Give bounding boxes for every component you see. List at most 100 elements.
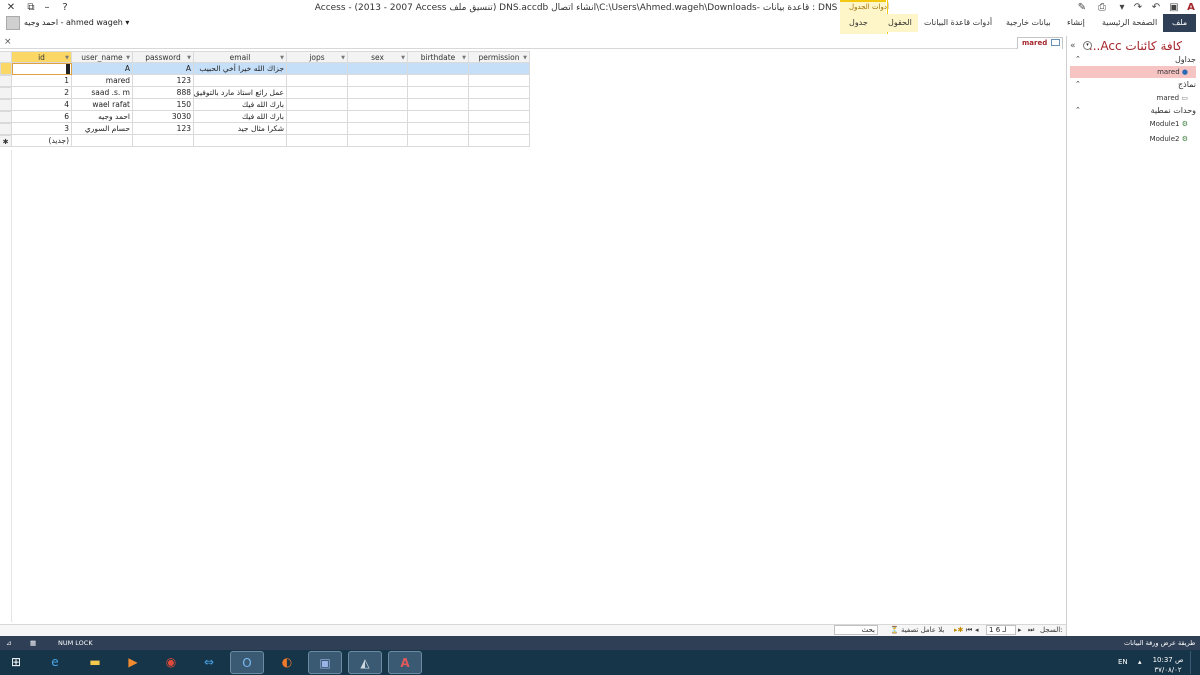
taskbar-teamviewer[interactable]: ⇔ bbox=[192, 651, 226, 674]
table-cell[interactable] bbox=[72, 135, 133, 147]
row-selector[interactable] bbox=[0, 123, 12, 135]
datasheet-view-icon[interactable]: ▦ bbox=[30, 636, 36, 650]
taskbar-chrome[interactable]: ◉ bbox=[154, 651, 188, 674]
table-cell[interactable]: عمل رائع استاذ مارد بالتوفيق bbox=[194, 87, 287, 99]
table-cell[interactable] bbox=[348, 75, 408, 87]
nav-item-table-mared[interactable]: mared ● bbox=[1070, 66, 1196, 78]
tab-create[interactable]: إنشاء bbox=[1061, 14, 1091, 32]
table-cell[interactable] bbox=[469, 99, 530, 111]
table-row[interactable]: A A جزاك الله خيرا أخي الحبيب bbox=[0, 63, 530, 75]
table-cell[interactable] bbox=[348, 63, 408, 75]
tab-file[interactable]: ملف bbox=[1163, 14, 1197, 32]
taskbar-media-player[interactable]: ▶ bbox=[116, 651, 150, 674]
print-preview-icon[interactable]: ⎙ bbox=[1096, 2, 1108, 14]
table-cell[interactable] bbox=[287, 63, 348, 75]
select-all-corner[interactable] bbox=[0, 51, 12, 63]
taskbar-app[interactable]: ◭ bbox=[348, 651, 382, 674]
table-row[interactable]: 4 wael rafat 150 بارك الله فيك bbox=[0, 99, 530, 111]
new-record-marker[interactable]: ✱ bbox=[0, 135, 12, 147]
table-cell[interactable] bbox=[287, 111, 348, 123]
table-cell[interactable] bbox=[348, 111, 408, 123]
table-row[interactable]: 1 mared 123 bbox=[0, 75, 530, 87]
table-cell[interactable] bbox=[348, 87, 408, 99]
clock[interactable]: 10:37 ص ٣٧/٠٨/٠٢ bbox=[1150, 655, 1186, 675]
group-tables[interactable]: جداول bbox=[1070, 54, 1196, 66]
table-row[interactable]: 3 حسام السوري 123 شكرا مثال جيد bbox=[0, 123, 530, 135]
user-account[interactable]: احمد وجيه - ahmed wageh ▾ bbox=[24, 18, 129, 27]
previous-record-button[interactable]: ◂ bbox=[975, 625, 979, 635]
tab-fields[interactable]: الحقول bbox=[882, 14, 918, 32]
row-selector[interactable] bbox=[0, 75, 12, 87]
undo-icon[interactable]: ↶ bbox=[1150, 2, 1162, 14]
table-cell[interactable]: شكرا مثال جيد bbox=[194, 123, 287, 135]
show-desktop-button[interactable] bbox=[1190, 651, 1199, 674]
language-indicator[interactable]: EN bbox=[1118, 657, 1128, 675]
search-input[interactable]: بحث bbox=[834, 625, 878, 635]
chevron-down-icon[interactable]: ▼ bbox=[65, 52, 69, 62]
collapse-group-icon[interactable]: ⌃ bbox=[1075, 106, 1081, 114]
taskbar-outlook[interactable]: O bbox=[230, 651, 264, 674]
column-header-user-name[interactable]: user_name ▼ bbox=[72, 51, 133, 63]
table-cell[interactable]: 123 bbox=[133, 123, 194, 135]
table-cell[interactable] bbox=[408, 63, 469, 75]
table-cell[interactable] bbox=[287, 135, 348, 147]
taskbar-access[interactable]: A bbox=[388, 651, 422, 674]
group-modules[interactable]: وحدات نمطية bbox=[1070, 105, 1196, 117]
table-cell[interactable]: حسام السوري bbox=[72, 123, 133, 135]
new-record-button[interactable]: ▸✱ bbox=[954, 625, 963, 635]
chevron-down-icon[interactable]: ▼ bbox=[401, 52, 405, 62]
table-cell[interactable]: بارك الله فيك bbox=[194, 111, 287, 123]
table-cell[interactable] bbox=[469, 111, 530, 123]
collapse-group-icon[interactable]: ⌃ bbox=[1075, 55, 1081, 63]
taskbar-internet-explorer[interactable]: e bbox=[38, 651, 72, 674]
table-cell[interactable] bbox=[194, 135, 287, 147]
nav-item-module2[interactable]: Module2 ⚙ bbox=[1070, 133, 1196, 145]
row-selector[interactable] bbox=[0, 99, 12, 111]
table-cell[interactable] bbox=[287, 87, 348, 99]
current-record-field[interactable]: 1 لـ 6 bbox=[986, 625, 1016, 635]
column-header-birthdate[interactable]: birthdate ▼ bbox=[408, 51, 469, 63]
show-hidden-icons-icon[interactable]: ▴ bbox=[1138, 657, 1142, 675]
table-cell[interactable]: 150 bbox=[133, 99, 194, 111]
tab-external-data[interactable]: بيانات خارجية bbox=[1000, 14, 1057, 32]
filter-indicator[interactable]: ⏳ بلا عامل تصفية bbox=[890, 625, 944, 635]
nav-item-form-mared[interactable]: mared ▭ bbox=[1070, 92, 1196, 104]
column-header-sex[interactable]: sex ▼ bbox=[348, 51, 408, 63]
table-cell[interactable]: A bbox=[133, 63, 194, 75]
start-button[interactable]: ⊞ bbox=[2, 651, 30, 674]
table-row[interactable]: 6 احمد وجيه 3030 بارك الله فيك bbox=[0, 111, 530, 123]
column-header-email[interactable]: email ▼ bbox=[194, 51, 287, 63]
table-cell[interactable] bbox=[469, 63, 530, 75]
taskbar-file-explorer[interactable]: ▬ bbox=[78, 651, 112, 674]
table-cell[interactable]: mared bbox=[72, 75, 133, 87]
qat-dropdown-icon[interactable]: ▾ bbox=[1116, 2, 1128, 14]
group-forms[interactable]: نماذج bbox=[1070, 79, 1196, 91]
row-selector[interactable] bbox=[0, 63, 12, 75]
table-cell[interactable] bbox=[469, 75, 530, 87]
new-record-label[interactable]: (جديد) bbox=[12, 135, 72, 147]
table-cell[interactable]: 3 bbox=[12, 123, 72, 135]
table-cell[interactable] bbox=[348, 99, 408, 111]
table-cell[interactable]: 888 bbox=[133, 87, 194, 99]
table-cell[interactable] bbox=[469, 135, 530, 147]
table-cell[interactable] bbox=[12, 63, 72, 75]
table-cell[interactable] bbox=[348, 123, 408, 135]
row-selector[interactable] bbox=[0, 111, 12, 123]
redo-icon[interactable]: ↷ bbox=[1132, 2, 1144, 14]
taskbar-remote-desktop[interactable]: ▣ bbox=[308, 651, 342, 674]
tab-home[interactable]: الصفحة الرئيسية bbox=[1096, 14, 1163, 32]
table-cell[interactable]: saad .s. m bbox=[72, 87, 133, 99]
table-cell[interactable] bbox=[133, 135, 194, 147]
table-cell[interactable] bbox=[408, 87, 469, 99]
table-cell[interactable] bbox=[408, 135, 469, 147]
chevron-down-icon[interactable]: ▼ bbox=[341, 52, 345, 62]
table-cell[interactable] bbox=[408, 75, 469, 87]
table-cell[interactable]: 123 bbox=[133, 75, 194, 87]
navigation-pane-title[interactable]: كافة كائنات Acc... bbox=[1082, 39, 1182, 53]
table-cell[interactable] bbox=[194, 75, 287, 87]
table-cell[interactable] bbox=[348, 135, 408, 147]
table-cell[interactable]: 1 bbox=[12, 75, 72, 87]
close-document-button[interactable]: × bbox=[4, 37, 12, 47]
table-cell[interactable]: احمد وجيه bbox=[72, 111, 133, 123]
chevron-down-icon[interactable]: ▼ bbox=[280, 52, 284, 62]
